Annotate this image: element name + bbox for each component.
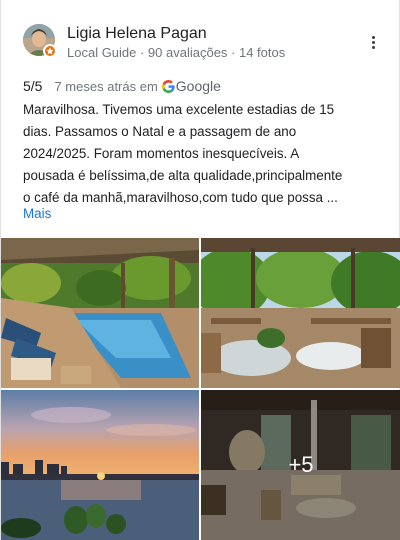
reviewer-meta: Local Guide · 90 avaliações · 14 fotos <box>67 45 286 60</box>
more-options-icon[interactable] <box>367 32 379 52</box>
reviewer-name[interactable]: Ligia Helena Pagan <box>67 24 207 44</box>
more-photos-overlay: +5 <box>201 390 400 540</box>
review-photo-pool[interactable] <box>1 238 199 388</box>
review-time: 7 meses atrás em <box>54 78 158 94</box>
review-text: Maravilhosa. Tivemos uma excelente estad… <box>23 102 343 205</box>
read-more-link[interactable]: Mais <box>23 203 51 225</box>
more-photos-count: +5 <box>288 452 314 477</box>
review-photo-sunset[interactable] <box>1 390 199 540</box>
review-header: Ligia Helena Pagan Local Guide · 90 aval… <box>23 24 379 60</box>
review-card: Ligia Helena Pagan Local Guide · 90 aval… <box>0 0 400 540</box>
rating-row: 5/5 7 meses atrás em Google <box>23 76 221 96</box>
local-guide-badge-icon <box>43 44 57 58</box>
google-logo-icon <box>161 79 175 93</box>
review-source: Google <box>175 78 221 94</box>
rating-score: 5/5 <box>23 78 43 94</box>
more-photos-tile[interactable]: +5 <box>201 390 400 540</box>
review-photo-terrace[interactable] <box>201 238 400 388</box>
